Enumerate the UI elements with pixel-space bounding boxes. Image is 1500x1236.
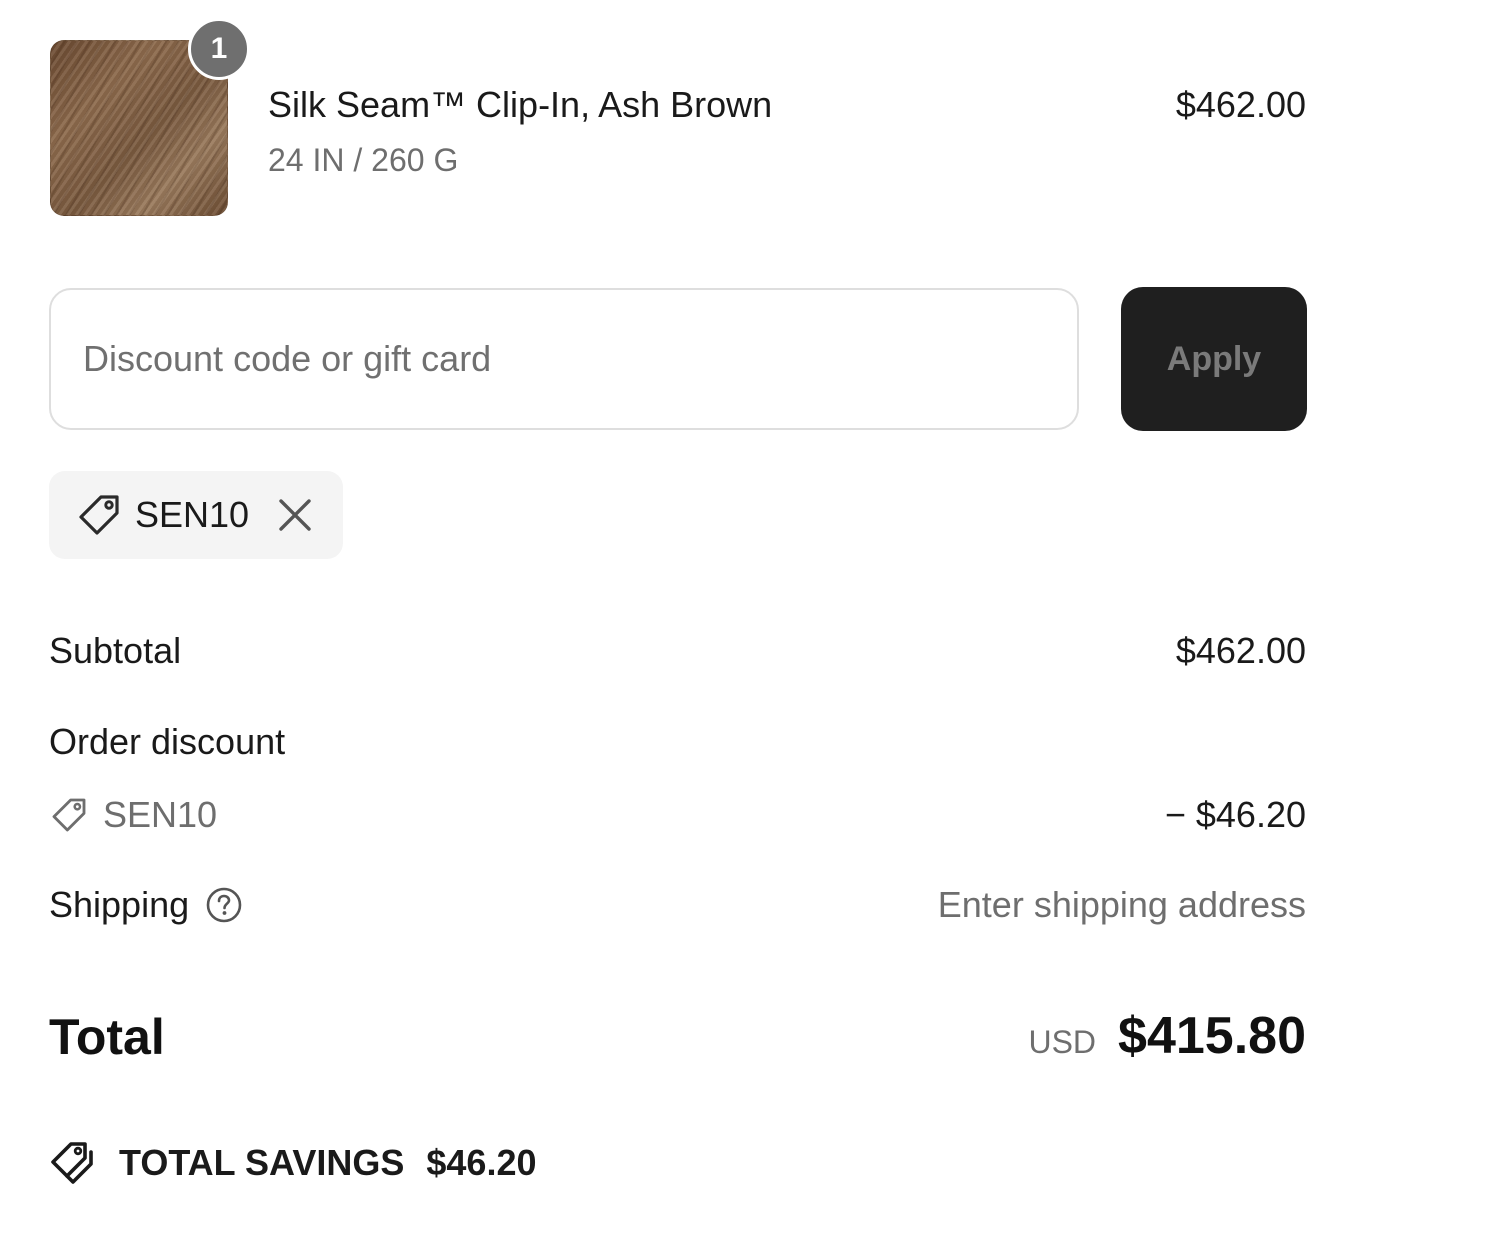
product-price: $462.00	[1175, 84, 1306, 125]
applied-code-chip: SEN10	[49, 471, 343, 559]
order-discount-value: − $46.20	[1164, 794, 1306, 835]
order-discount-label: Order discount	[49, 721, 286, 762]
discount-code-input[interactable]	[49, 288, 1079, 430]
total-savings: TOTAL SAVINGS $46.20	[49, 1140, 536, 1186]
subtotal-label: Subtotal	[49, 630, 182, 671]
tag-icon	[75, 491, 123, 539]
shipping-label: Shipping	[49, 884, 190, 925]
apply-button[interactable]: Apply	[1121, 287, 1307, 431]
close-icon	[279, 499, 311, 531]
applied-code-label: SEN10	[135, 494, 250, 535]
tag-icon	[49, 795, 89, 835]
shipping-value: Enter shipping address	[937, 884, 1306, 925]
product-variant: 24 IN / 260 G	[268, 142, 459, 178]
quantity-badge: 1	[188, 18, 250, 80]
currency-code: USD	[1028, 1024, 1097, 1060]
total-label: Total	[49, 1009, 165, 1065]
total-value: USD $415.80	[1028, 1006, 1306, 1066]
double-tag-icon	[49, 1140, 99, 1186]
subtotal-value: $462.00	[1175, 630, 1306, 671]
total-amount: $415.80	[1118, 1007, 1306, 1065]
product-name: Silk Seam™ Clip-In, Ash Brown	[268, 84, 773, 125]
remove-code-button[interactable]	[275, 495, 315, 535]
total-savings-amount: $46.20	[426, 1142, 537, 1183]
shipping-row: Shipping	[49, 884, 243, 926]
help-circle-icon[interactable]	[205, 886, 243, 924]
order-discount-code-text: SEN10	[103, 794, 218, 835]
total-savings-label: TOTAL SAVINGS	[119, 1142, 405, 1183]
order-discount-code: SEN10	[49, 794, 217, 836]
